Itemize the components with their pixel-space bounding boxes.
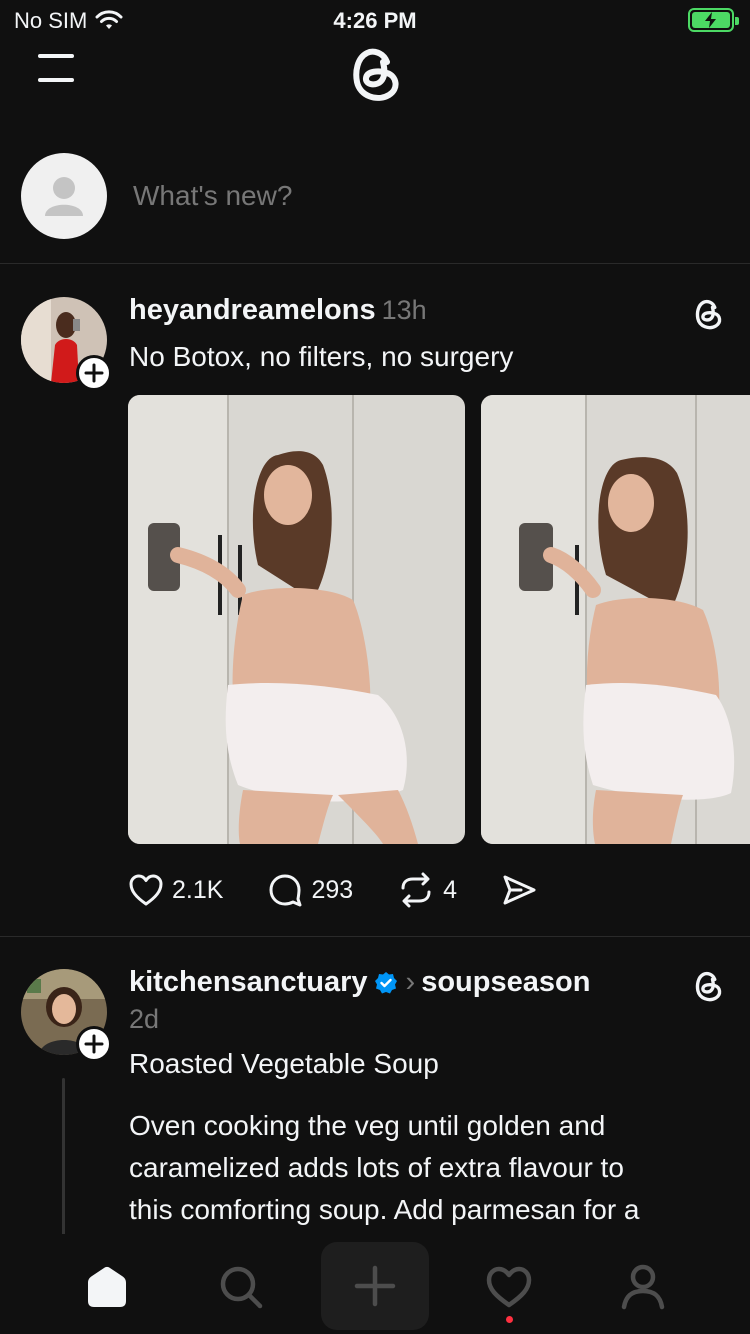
follow-plus-button[interactable] (76, 1026, 112, 1062)
verified-badge-icon (374, 972, 397, 994)
tab-bar (0, 1234, 750, 1334)
tab-create[interactable] (321, 1242, 429, 1330)
tab-home[interactable] (72, 1252, 142, 1322)
post-body-line: Oven cooking the veg until golden and (129, 1110, 606, 1141)
topic-tag[interactable]: soupseason (421, 966, 590, 998)
post[interactable]: kitchensanctuary › soupseason 2d Roasted … (0, 0, 750, 1234)
author-username[interactable]: kitchensanctuary (129, 966, 368, 998)
activity-icon (486, 1266, 532, 1308)
thread-line (62, 1078, 65, 1236)
tab-search[interactable] (206, 1252, 276, 1322)
post-time: 2d (129, 1004, 160, 1034)
chevron-right-icon: › (405, 966, 416, 998)
post-title: Roasted Vegetable Soup (129, 1048, 439, 1079)
profile-icon (621, 1264, 665, 1310)
post-body-line: caramelized adds lots of extra flavour t… (129, 1152, 624, 1183)
tab-activity[interactable] (474, 1252, 544, 1323)
search-icon (220, 1266, 263, 1309)
tab-profile[interactable] (608, 1252, 678, 1322)
threads-logo-icon (695, 971, 722, 1002)
post-body-line: this comforting soup. Add parmesan for a (129, 1194, 640, 1225)
home-icon (88, 1266, 126, 1307)
post-author[interactable]: kitchensanctuary › soupseason (129, 966, 590, 999)
create-icon (354, 1265, 396, 1307)
notification-dot (506, 1316, 513, 1323)
